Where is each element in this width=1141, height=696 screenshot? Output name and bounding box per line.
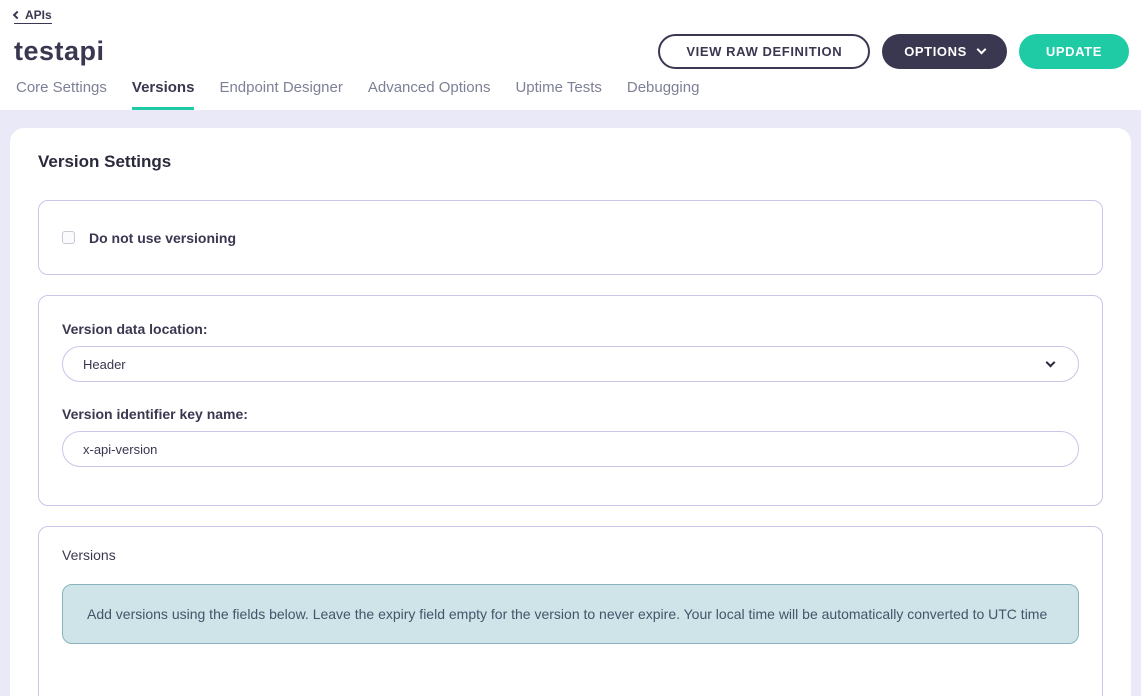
do-not-use-versioning-label: Do not use versioning — [89, 230, 236, 246]
breadcrumb-label: APIs — [25, 8, 52, 22]
header-actions: VIEW RAW DEFINITION OPTIONS UPDATE — [658, 34, 1129, 69]
header: APIs testapi VIEW RAW DEFINITION OPTIONS… — [0, 0, 1141, 110]
chevron-down-icon — [1046, 357, 1056, 367]
do-not-use-versioning-row[interactable]: Do not use versioning — [62, 230, 236, 246]
chevron-left-icon — [13, 10, 21, 18]
tab-debugging[interactable]: Debugging — [627, 79, 700, 110]
main-area: Version Settings Do not use versioning V… — [0, 110, 1141, 696]
versions-card: Versions Add versions using the fields b… — [38, 526, 1103, 696]
view-raw-definition-button[interactable]: VIEW RAW DEFINITION — [658, 34, 870, 69]
tab-versions[interactable]: Versions — [132, 79, 195, 110]
versions-info-banner: Add versions using the fields below. Lea… — [62, 584, 1079, 644]
version-data-location-value: Header — [83, 357, 126, 372]
title-row: testapi VIEW RAW DEFINITION OPTIONS UPDA… — [12, 34, 1129, 69]
tab-uptime-tests[interactable]: Uptime Tests — [515, 79, 601, 110]
tab-endpoint-designer[interactable]: Endpoint Designer — [219, 79, 342, 110]
version-identifier-key-label: Version identifier key name: — [62, 406, 1079, 422]
version-data-location-select[interactable]: Header — [62, 346, 1079, 382]
version-settings-panel: Version Settings Do not use versioning V… — [10, 128, 1131, 696]
options-button-label: OPTIONS — [904, 44, 967, 59]
version-identifier-key-input[interactable] — [62, 431, 1079, 467]
tab-bar: Core Settings Versions Endpoint Designer… — [14, 79, 699, 110]
chevron-down-icon — [976, 45, 986, 55]
version-config-card: Version data location: Header Version id… — [38, 295, 1103, 506]
tab-advanced-options[interactable]: Advanced Options — [368, 79, 491, 110]
update-button[interactable]: UPDATE — [1019, 34, 1129, 69]
versions-card-title: Versions — [62, 547, 1079, 563]
options-button[interactable]: OPTIONS — [882, 34, 1007, 69]
version-data-location-label: Version data location: — [62, 321, 1079, 337]
page-title: testapi — [14, 36, 105, 67]
versioning-toggle-card: Do not use versioning — [38, 200, 1103, 275]
section-title: Version Settings — [38, 152, 1103, 172]
tab-core-settings[interactable]: Core Settings — [16, 79, 107, 110]
do-not-use-versioning-checkbox[interactable] — [62, 231, 75, 244]
breadcrumb-apis-link[interactable]: APIs — [14, 8, 52, 24]
